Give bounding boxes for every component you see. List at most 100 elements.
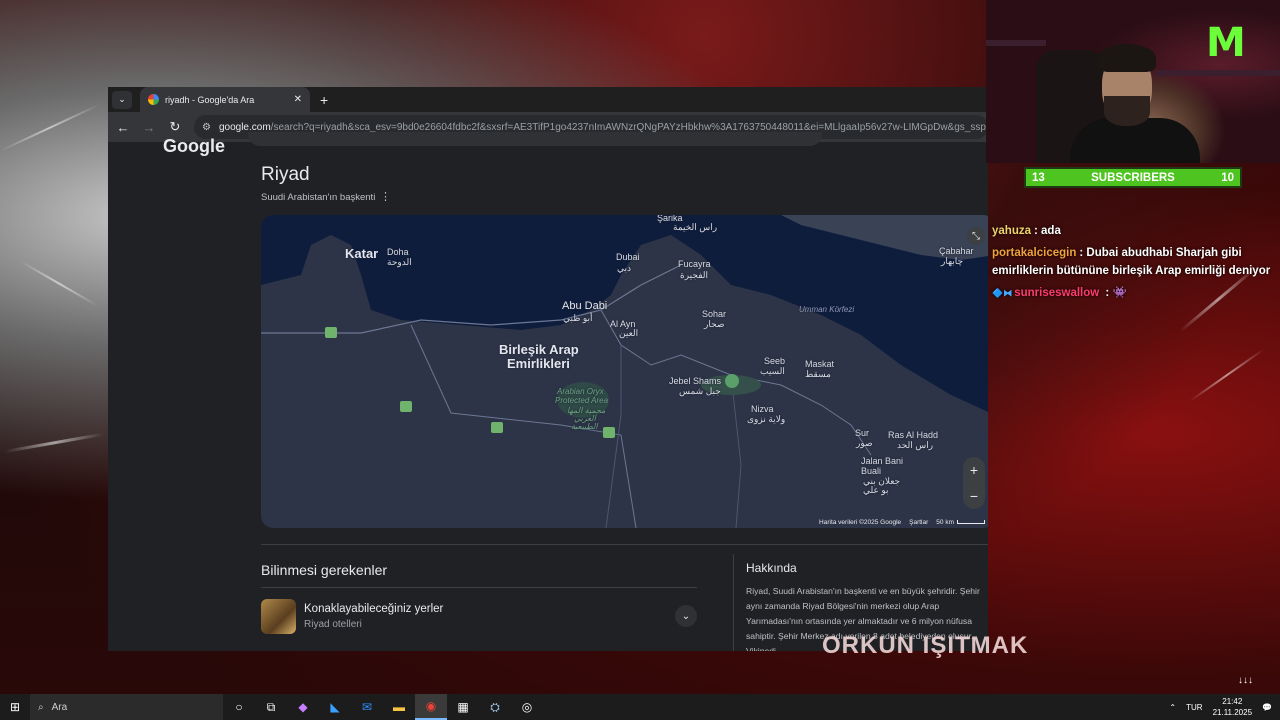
system-tray: ⌃ TUR 21:42 21.11.2025 💬 xyxy=(1169,696,1280,718)
more-options-icon[interactable]: ⋮ xyxy=(380,190,391,203)
map-label-jebel-shams-ar: جبل شمس xyxy=(679,386,721,396)
scale-bar xyxy=(957,520,985,524)
copilot-icon[interactable]: ◆ xyxy=(287,694,319,720)
outlook-icon[interactable]: ✉ xyxy=(351,694,383,720)
vscode-icon[interactable]: ◣ xyxy=(319,694,351,720)
chat-overlay: yahuza: ada portakalcicegin: Dubai abudh… xyxy=(992,222,1280,306)
map-label-oryx-2: Protected Area xyxy=(555,396,609,405)
tab-title: riyadh - Google'da Ara xyxy=(165,94,255,105)
map[interactable]: Katar Doha الدوحة Birleşik Arap Emirlikl… xyxy=(261,215,988,528)
map-scale: 50 km xyxy=(936,519,985,526)
cortana-icon[interactable]: ○ xyxy=(223,694,255,720)
chevron-up-icon[interactable]: ⌃ xyxy=(1169,703,1176,712)
monster-logo: M xyxy=(1206,20,1246,66)
map-label-sur: Sur xyxy=(855,428,870,438)
chat-username: portakalcicegin xyxy=(992,247,1077,259)
map-label-seeb: Seeb xyxy=(764,356,786,366)
map-label-abu-dhabi-ar: أبو ظبي xyxy=(563,313,593,323)
chrome-icon[interactable]: ◉ xyxy=(415,694,447,720)
taskbar-search[interactable]: ⌕ Ara xyxy=(30,694,223,720)
map-label-fujairah: Fucayra xyxy=(678,259,711,269)
background-streak xyxy=(0,103,101,152)
page-content: Google Riyad Suudi Arabistan'ın başkenti… xyxy=(108,132,988,651)
sub-count-right: 10 xyxy=(1221,171,1234,184)
site-info-icon[interactable]: ⚙ xyxy=(202,122,211,133)
tab-search-button[interactable]: ⌄ xyxy=(112,90,132,109)
chat-message: yahuza: ada xyxy=(992,222,1280,240)
page-subtitle: Suudi Arabistan'ın başkenti xyxy=(261,192,376,203)
map-label-al-ayn-ar: العين xyxy=(619,328,639,338)
accommodation-subtitle: Riyad otelleri xyxy=(304,618,362,630)
park-marker-icon[interactable] xyxy=(603,427,615,438)
map-label-abu-dhabi: Abu Dabi xyxy=(562,300,608,312)
subscriber-goal-bar: 13 SUBSCRIBERS 10 xyxy=(1024,167,1242,188)
zoom-out-icon[interactable]: − xyxy=(970,488,978,504)
chat-text: : xyxy=(1102,287,1110,299)
divider xyxy=(733,554,734,651)
map-label-ras-al-hadd-ar: راس الحد xyxy=(897,440,934,450)
search-box[interactable] xyxy=(248,132,822,146)
url-host: google.com xyxy=(218,121,271,133)
zoom-in-icon[interactable]: + xyxy=(970,462,978,478)
map-label-jalan-ar-2: بو علي xyxy=(863,485,889,495)
map-label-doha: Doha xyxy=(387,247,409,257)
clock[interactable]: 21:42 21.11.2025 xyxy=(1213,696,1252,718)
shelf xyxy=(1156,70,1280,76)
browser-window: ⌄ riyadh - Google'da Ara ✕ + ← → ↻ ⚙ goo… xyxy=(108,87,988,651)
map-label-dubai-ar: دبي xyxy=(617,263,632,273)
map-label-muscat: Maskat xyxy=(805,359,835,369)
sub-label: SUBSCRIBERS xyxy=(1091,171,1175,184)
page-title: Riyad xyxy=(261,164,310,185)
map-label-ras-khaimah-ar: راس الخيمة xyxy=(673,222,718,232)
chevron-down-icon[interactable]: ⌄ xyxy=(675,605,697,627)
sub-count-left: 13 xyxy=(1032,171,1045,184)
map-label-dubai: Dubai xyxy=(616,252,640,262)
new-tab-button[interactable]: + xyxy=(320,92,328,108)
park-marker-icon[interactable] xyxy=(491,422,503,433)
map-terms-link[interactable]: Şartlar xyxy=(909,519,928,526)
fullscreen-collapse-icon[interactable]: ⤡ xyxy=(967,227,985,245)
map-label-nizwa-ar: ولاية نزوى xyxy=(747,414,786,424)
background-streak xyxy=(1189,348,1265,402)
map-label-sur-ar: صور xyxy=(856,438,873,448)
divider xyxy=(261,587,697,588)
chat-badges: 🔷⧓ xyxy=(992,288,1013,298)
map-label-doha-ar: الدوحة xyxy=(387,257,412,267)
shelf xyxy=(986,40,1046,46)
search-icon: ⌕ xyxy=(38,701,44,713)
notification-icon[interactable]: 💬 xyxy=(1262,703,1272,712)
tab-bar: ⌄ riyadh - Google'da Ara ✕ + xyxy=(108,87,988,112)
reload-icon[interactable]: ↻ xyxy=(168,119,182,135)
chat-username: sunriseswallow xyxy=(1014,287,1100,299)
map-label-sohar-ar: صحار xyxy=(704,319,725,329)
task-view-icon[interactable]: ⧉ xyxy=(255,694,287,720)
park-marker-icon[interactable] xyxy=(400,401,412,412)
language-indicator[interactable]: TUR xyxy=(1186,703,1202,712)
road-line xyxy=(730,374,742,528)
background-name-text: ORKUN IŞITMAK xyxy=(822,632,1029,659)
accommodation-item[interactable]: Konaklayabileceğiniz yerler Riyad otelle… xyxy=(261,598,697,634)
forward-icon[interactable]: → xyxy=(142,120,156,135)
mountain-marker-icon[interactable] xyxy=(725,374,739,388)
map-label-ras-al-hadd: Ras Al Hadd xyxy=(888,430,939,440)
google-logo[interactable]: Google xyxy=(163,136,225,157)
steam-icon[interactable]: ⛭ xyxy=(479,694,511,720)
file-explorer-icon[interactable]: ▬ xyxy=(383,694,415,720)
store-icon[interactable]: ▦ xyxy=(447,694,479,720)
back-icon[interactable]: ← xyxy=(116,120,130,135)
emote-icon: 👾 xyxy=(1112,287,1127,299)
streamer-beard xyxy=(1104,96,1150,126)
chat-message: portakalcicegin: Dubai abudhabi Sharjah … xyxy=(992,244,1280,280)
windows-start-icon[interactable]: ⊞ xyxy=(0,700,30,714)
background-streak xyxy=(19,260,99,307)
obs-icon[interactable]: ◎ xyxy=(511,694,543,720)
chat-username: yahuza xyxy=(992,225,1031,237)
divider xyxy=(261,544,988,545)
park-marker-icon[interactable] xyxy=(325,327,337,338)
url-path: /search?q=riyadh&sca_esv=9bd0e26604fdbc2… xyxy=(270,121,988,133)
map-label-uae-2: Emirlikleri xyxy=(507,356,570,371)
map-label-fujairah-ar: الفجيرة xyxy=(680,270,709,280)
close-tab-icon[interactable]: ✕ xyxy=(294,94,302,105)
background-streak xyxy=(4,432,104,453)
browser-tab[interactable]: riyadh - Google'da Ara ✕ xyxy=(140,87,310,112)
